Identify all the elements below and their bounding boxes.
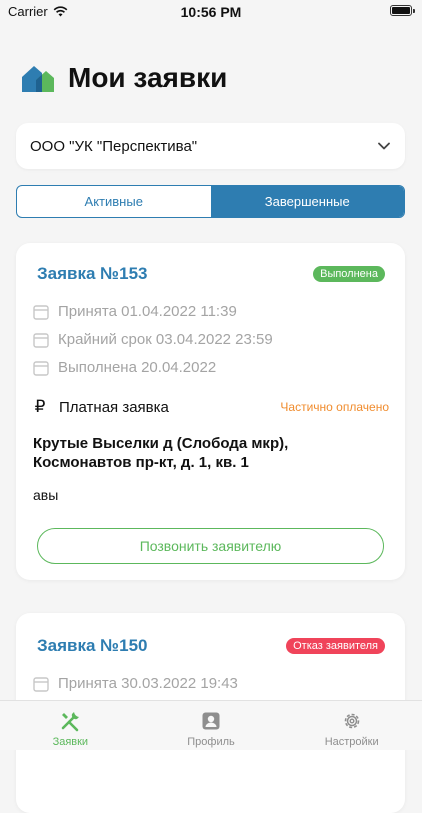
tab-completed[interactable]: Завершенные: [210, 186, 404, 217]
completed-date: Выполнена 20.04.2022: [58, 359, 217, 376]
deadline-date: Крайний срок 03.04.2022 23:59: [58, 331, 273, 348]
organization-select[interactable]: ООО "УК "Перспектива": [16, 123, 405, 169]
payment-row: ₽ Платная заявка Частично оплачено: [33, 397, 389, 417]
accepted-date: Принята 30.03.2022 19:43: [58, 675, 238, 692]
paid-label: Платная заявка: [59, 398, 169, 416]
accepted-date-row: Принята 30.03.2022 19:43: [33, 675, 238, 692]
gear-icon: [344, 713, 359, 729]
organization-select-value: ООО "УК "Перспектива": [30, 137, 198, 155]
battery-icon: [390, 5, 415, 16]
page-title: Мои заявки: [68, 62, 228, 93]
status-bar: Carrier 10:56 PM: [0, 0, 422, 24]
calendar-icon: [33, 332, 49, 348]
ruble-icon: ₽: [34, 397, 46, 416]
accepted-date-row: Принята 01.04.2022 11:39: [33, 303, 237, 320]
house-logo-icon: [22, 66, 54, 92]
nav-profile[interactable]: Профиль: [141, 701, 282, 750]
tab-active[interactable]: Активные: [17, 186, 211, 217]
bottom-navigation: Заявки Профиль Настройки: [0, 700, 422, 750]
requests-filter-tabs: Активные Завершенные: [16, 185, 405, 218]
deadline-date-row: Крайний срок 03.04.2022 23:59: [33, 331, 273, 348]
tools-icon: [62, 712, 80, 732]
request-card[interactable]: Заявка №153 Выполнена Принята 01.04.2022…: [16, 243, 405, 580]
nav-profile-label: Профиль: [187, 736, 235, 748]
request-title[interactable]: Заявка №150: [37, 636, 147, 656]
request-title[interactable]: Заявка №153: [37, 264, 147, 284]
call-applicant-button[interactable]: Позвонить заявителю: [37, 528, 384, 564]
status-time: 10:56 PM: [180, 4, 242, 20]
request-note: авы: [33, 487, 59, 503]
calendar-icon: [33, 676, 49, 692]
calendar-icon: [33, 304, 49, 320]
nav-settings[interactable]: Настройки: [281, 701, 422, 750]
completed-date-row: Выполнена 20.04.2022: [33, 359, 216, 376]
chevron-down-icon: [378, 142, 390, 150]
page-header: Мои заявки: [20, 62, 227, 94]
user-icon: [202, 712, 220, 730]
status-badge: Отказ заявителя: [286, 638, 385, 654]
status-badge: Выполнена: [313, 266, 385, 282]
nav-settings-label: Настройки: [324, 736, 379, 748]
accepted-date: Принята 01.04.2022 11:39: [58, 303, 237, 320]
payment-status: Частично оплачено: [280, 400, 389, 414]
request-address: Крутые Выселки д (Слобода мкр), Космонав…: [33, 435, 289, 471]
calendar-icon: [33, 360, 49, 376]
nav-requests[interactable]: Заявки: [0, 701, 141, 750]
nav-requests-label: Заявки: [52, 736, 89, 748]
